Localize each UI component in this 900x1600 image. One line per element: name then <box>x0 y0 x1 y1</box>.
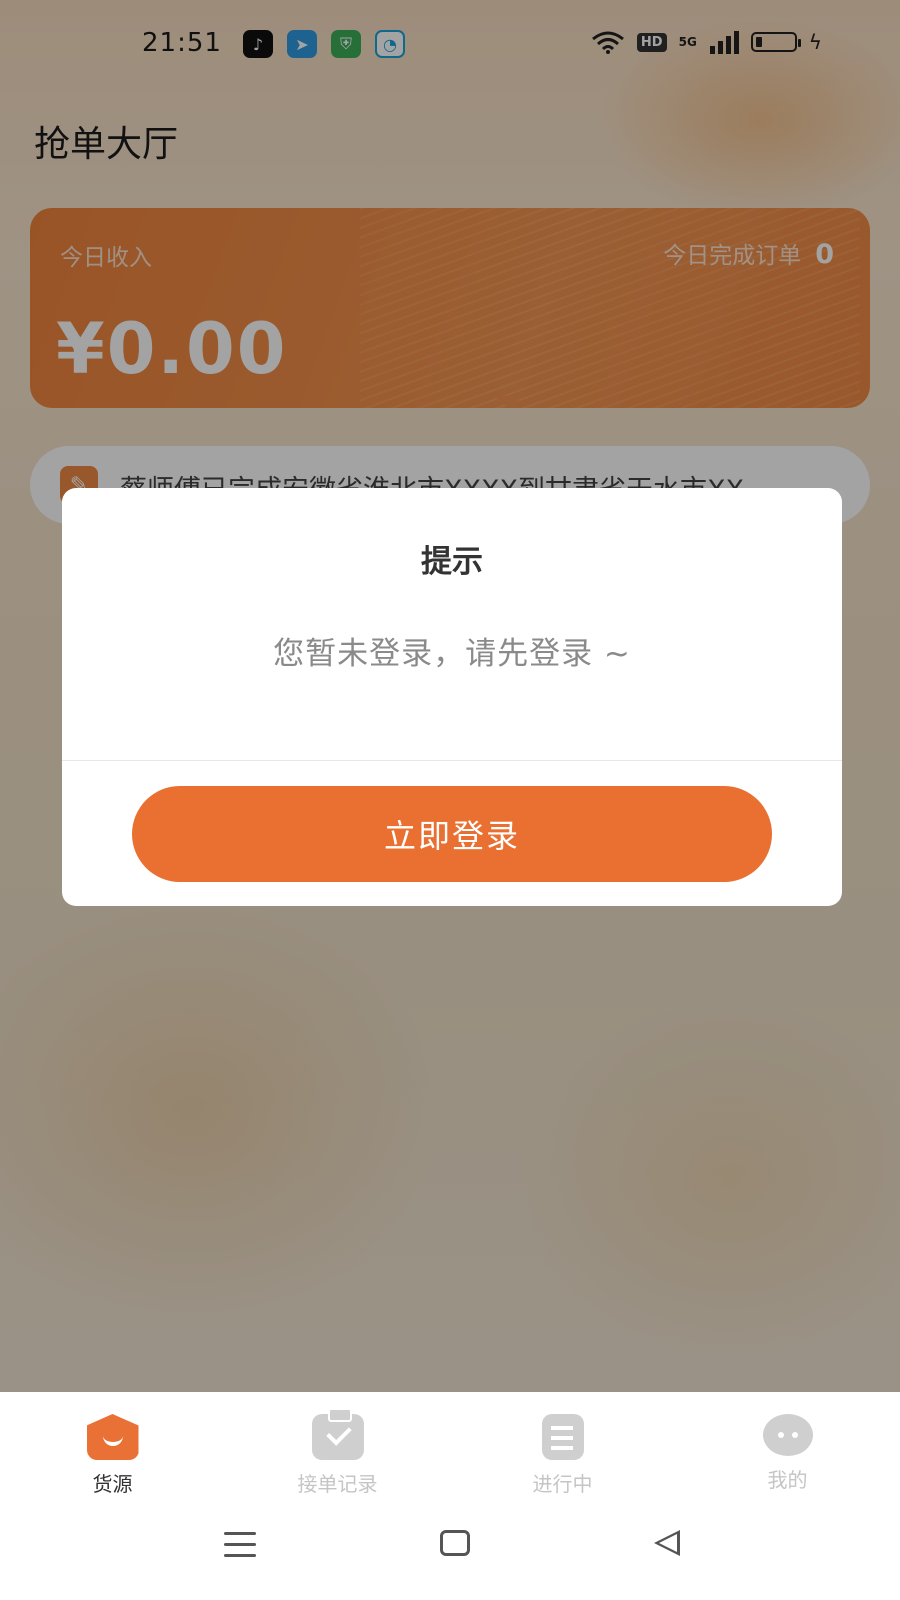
tab-in-progress[interactable]: 进行中 <box>450 1392 675 1504</box>
tab-label: 接单记录 <box>297 1472 378 1496</box>
dialog-title: 提示 <box>421 544 483 580</box>
dialog-divider <box>62 760 842 761</box>
tab-label: 进行中 <box>532 1472 593 1496</box>
login-now-button[interactable]: 立即登录 <box>132 786 772 882</box>
home-box-icon <box>86 1414 139 1460</box>
tab-label: 货源 <box>92 1472 133 1496</box>
bottom-tab-bar: 货源 接单记录 进行中 我的 <box>0 1392 900 1504</box>
document-progress-icon <box>541 1414 584 1460</box>
back-icon[interactable] <box>654 1530 680 1556</box>
chat-bubble-icon <box>762 1414 813 1456</box>
home-icon[interactable] <box>440 1530 470 1556</box>
tab-label: 我的 <box>767 1468 808 1492</box>
dialog-message: 您暂未登录，请先登录 ~ <box>273 636 631 672</box>
system-nav-bar <box>0 1504 900 1600</box>
tab-mine[interactable]: 我的 <box>675 1392 900 1504</box>
tab-cargo-source[interactable]: 货源 <box>0 1392 225 1504</box>
tab-order-records[interactable]: 接单记录 <box>225 1392 450 1504</box>
login-prompt-dialog: 提示 您暂未登录，请先登录 ~ 立即登录 <box>62 488 842 906</box>
menu-icon[interactable] <box>224 1532 256 1558</box>
clipboard-check-icon <box>311 1408 364 1460</box>
